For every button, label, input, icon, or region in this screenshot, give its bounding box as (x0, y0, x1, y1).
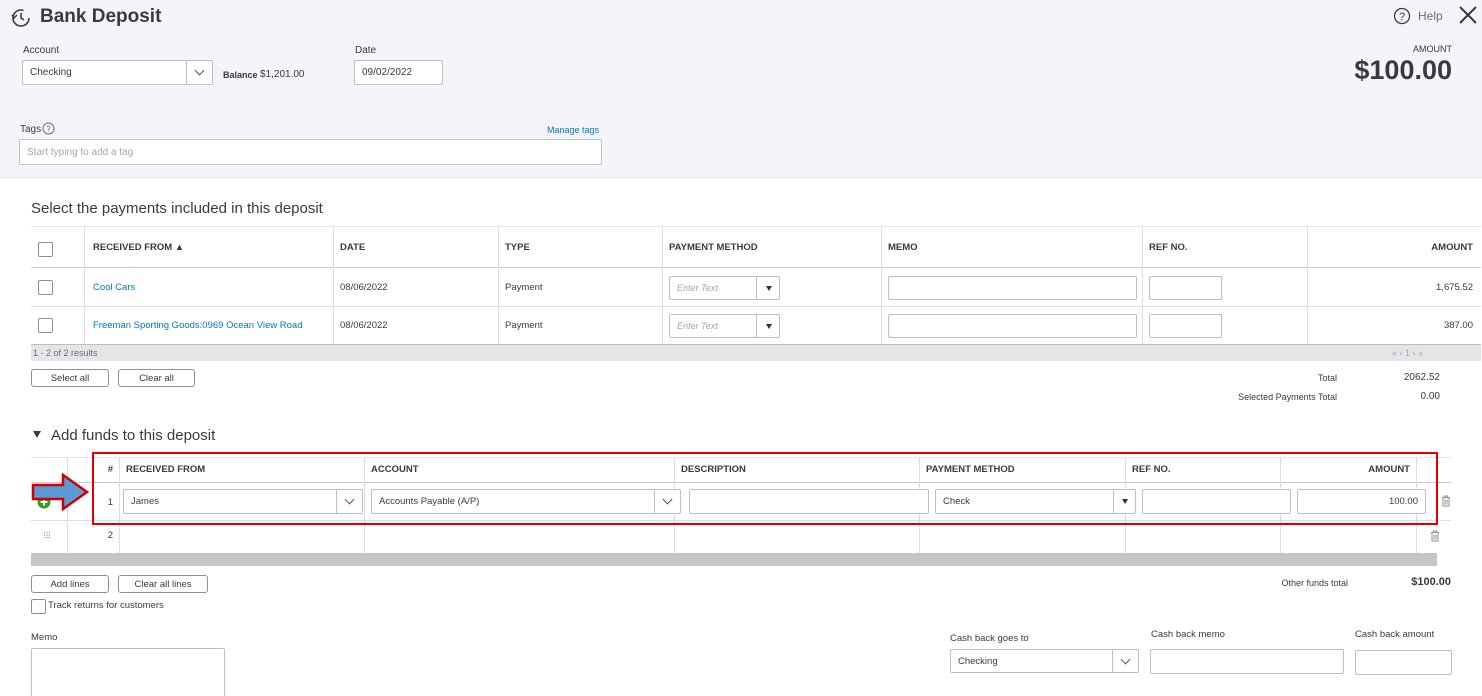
memo-input[interactable] (888, 314, 1137, 338)
received-from-link[interactable]: Freeman Sporting Goods:0969 Ocean View R… (93, 320, 302, 331)
date-label: Date (355, 45, 377, 56)
ref-no-input[interactable] (1149, 276, 1222, 300)
select-all-checkbox[interactable] (38, 242, 53, 257)
chevron-down-icon[interactable] (1112, 650, 1138, 672)
clear-all-button[interactable]: Clear all (118, 369, 195, 387)
divider (31, 267, 1481, 268)
history-icon[interactable] (10, 7, 32, 29)
horizontal-scrollbar[interactable] (31, 553, 1437, 566)
memo-input[interactable] (888, 276, 1137, 300)
track-returns-checkbox[interactable] (31, 599, 46, 614)
ref-no-input[interactable] (1149, 314, 1222, 338)
col-received-from[interactable]: RECEIVED FROM ▲ (93, 242, 184, 253)
divider (84, 226, 85, 344)
trash-icon[interactable] (1441, 495, 1451, 507)
drag-handle-icon[interactable] (43, 531, 51, 539)
svg-text:?: ? (1399, 11, 1405, 23)
divider (756, 277, 757, 299)
cash-back-account-select[interactable]: Checking (950, 649, 1139, 673)
help-link[interactable]: Help (1418, 9, 1443, 23)
collapse-toggle-icon[interactable] (33, 431, 41, 438)
received-from-link[interactable]: Cool Cars (93, 282, 135, 293)
help-icon[interactable]: ? (1393, 7, 1411, 25)
add-lines-button[interactable]: Add lines (31, 575, 109, 593)
col-payment-method[interactable]: PAYMENT METHOD (669, 242, 758, 253)
cash-back-goes-to-label: Cash back goes to (950, 633, 1029, 644)
cash-back-memo-label: Cash back memo (1151, 629, 1225, 640)
results-count: 1 - 2 of 2 results (33, 348, 98, 358)
divider (333, 226, 334, 344)
other-funds-label: Other funds total (1281, 578, 1348, 588)
cash-back-amount-label: Cash back amount (1355, 629, 1435, 640)
amount-label: AMOUNT (1413, 44, 1452, 54)
highlight-box (92, 452, 1438, 525)
payment-date: 08/06/2022 (340, 282, 388, 293)
memo-label: Memo (31, 632, 58, 643)
dropdown-arrow-icon[interactable] (766, 324, 772, 329)
pager[interactable]: « ‹ 1 › » (1392, 348, 1423, 358)
payment-type: Payment (505, 282, 543, 293)
select-all-button[interactable]: Select all (31, 369, 109, 387)
memo-textarea[interactable] (31, 648, 225, 696)
date-field[interactable]: 09/02/2022 (354, 60, 443, 85)
row-checkbox[interactable] (38, 318, 53, 333)
trash-icon[interactable] (1430, 530, 1440, 542)
cash-back-memo-input[interactable] (1150, 649, 1344, 674)
funds-section-title[interactable]: Add funds to this deposit (51, 427, 215, 444)
results-bar (31, 345, 1481, 361)
payment-method-placeholder: Enter Text (677, 283, 718, 293)
other-funds-value: $100.00 (1411, 576, 1451, 588)
cash-back-amount-input[interactable] (1355, 650, 1452, 675)
total-value: 2062.52 (1403, 372, 1440, 383)
arrow-annotation-icon (31, 473, 89, 511)
chevron-down-icon[interactable] (186, 61, 212, 84)
account-select[interactable]: Checking (22, 60, 213, 85)
payment-method-select[interactable]: Enter Text (669, 314, 780, 338)
date-value: 09/02/2022 (362, 67, 413, 78)
tags-label: Tags (20, 124, 42, 135)
tags-input[interactable]: Start typing to add a tag (19, 139, 602, 165)
row-number: 2 (107, 530, 113, 541)
dropdown-arrow-icon[interactable] (766, 286, 772, 291)
divider (498, 226, 499, 344)
account-select-value: Checking (30, 67, 72, 78)
tags-placeholder: Start typing to add a tag (27, 146, 134, 158)
divider (31, 306, 1481, 307)
payment-date: 08/06/2022 (340, 320, 388, 331)
col-type[interactable]: TYPE (505, 242, 530, 253)
balance-value: $1,201.00 (260, 69, 305, 80)
account-label: Account (23, 45, 60, 56)
balance-label: Balance (223, 70, 258, 80)
total-label: Total (1317, 373, 1337, 383)
col-memo[interactable]: MEMO (888, 242, 918, 253)
close-icon[interactable] (1458, 5, 1478, 25)
track-returns-label[interactable]: Track returns for customers (48, 600, 164, 611)
divider (1142, 226, 1143, 344)
amount-total: $100.00 (1354, 55, 1452, 85)
payments-section-title: Select the payments included in this dep… (31, 200, 323, 217)
cash-back-account-value: Checking (958, 655, 998, 667)
col-date[interactable]: DATE (340, 242, 365, 253)
divider (1307, 226, 1308, 344)
col-amount[interactable]: AMOUNT (1401, 242, 1473, 253)
clear-all-lines-button[interactable]: Clear all lines (118, 575, 208, 593)
payment-method-select[interactable]: Enter Text (669, 276, 780, 300)
divider (31, 226, 1481, 227)
payment-type: Payment (505, 320, 543, 331)
col-ref-no[interactable]: REF NO. (1149, 242, 1188, 253)
payment-amount: 387.00 (1443, 320, 1473, 331)
payment-method-placeholder: Enter Text (677, 321, 718, 331)
svg-text:?: ? (46, 125, 51, 134)
tags-help-icon[interactable]: ? (42, 122, 55, 135)
divider (881, 226, 882, 344)
manage-tags-link[interactable]: Manage tags (547, 125, 599, 135)
page-title: Bank Deposit (40, 6, 162, 27)
divider (662, 226, 663, 344)
selected-total-value: 0.00 (1420, 391, 1440, 402)
row-checkbox[interactable] (38, 280, 53, 295)
selected-total-label: Selected Payments Total (1238, 392, 1337, 402)
payment-amount: 1,675.52 (1436, 282, 1473, 293)
divider (756, 315, 757, 337)
